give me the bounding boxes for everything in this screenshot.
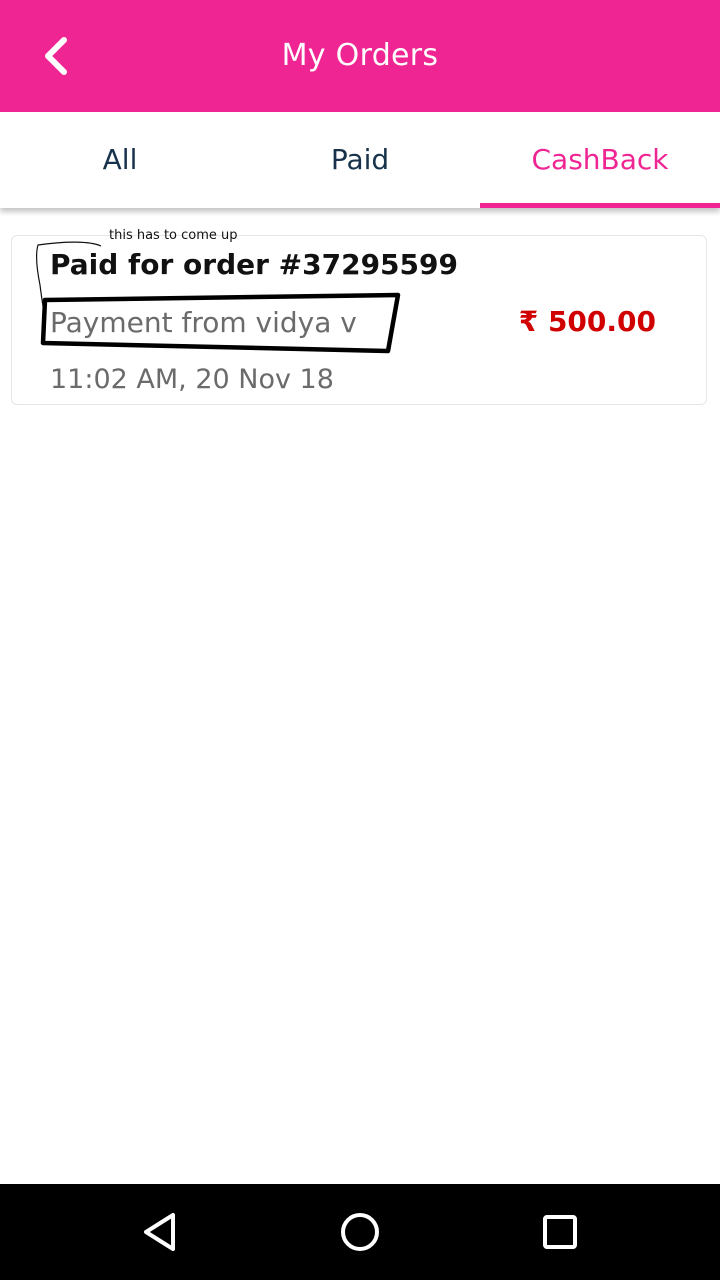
nav-recents-button[interactable] <box>532 1206 588 1258</box>
triangle-back-icon <box>144 1213 175 1251</box>
circle-home-icon <box>341 1213 379 1251</box>
square-recents-icon <box>543 1215 577 1249</box>
annotation-note: this has to come up <box>109 228 238 243</box>
system-nav-bar <box>0 1184 720 1280</box>
order-timestamp: 11:02 AM, 20 Nov 18 <box>50 364 334 395</box>
order-amount: ₹ 500.00 <box>518 305 656 338</box>
order-card[interactable]: Paid for order #37295599 Payment from vi… <box>11 235 707 405</box>
tab-paid[interactable]: Paid <box>240 112 480 208</box>
tab-all[interactable]: All <box>0 112 240 208</box>
orders-list: Paid for order #37295599 Payment from vi… <box>0 208 720 1184</box>
nav-back-button[interactable] <box>132 1206 188 1258</box>
tab-bar: All Paid CashBack <box>0 112 720 208</box>
page-title: My Orders <box>281 38 439 73</box>
tab-cashback[interactable]: CashBack <box>480 112 720 208</box>
nav-home-button[interactable] <box>332 1206 388 1258</box>
app-bar: My Orders <box>0 0 720 112</box>
order-title: Paid for order #37295599 <box>50 248 458 281</box>
order-subtitle: Payment from vidya v <box>50 306 357 339</box>
